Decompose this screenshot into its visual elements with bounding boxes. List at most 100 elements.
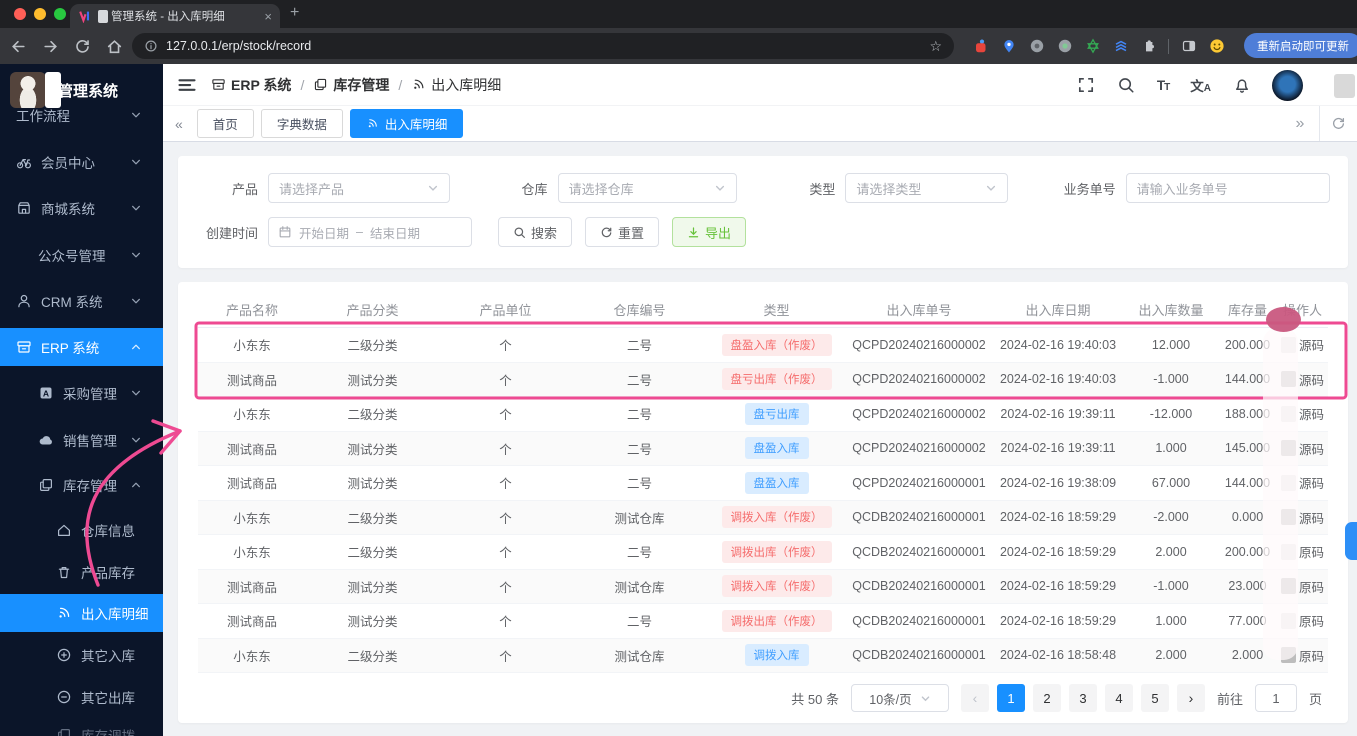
cell-order-no: QCDB20240216000001 — [852, 613, 986, 628]
page-number-5[interactable]: 5 — [1140, 684, 1169, 712]
table-row[interactable]: 小东东 二级分类 个 测试仓库 调拨入库（作废） QCDB20240216000001 20… — [198, 500, 1328, 535]
emoji-profile-icon[interactable] — [1208, 38, 1225, 55]
sidebar-item-stock-transfer[interactable]: 库存调拨 — [0, 716, 163, 736]
browser-tab[interactable]: 管理系统 - 出入库明细 × — [70, 4, 280, 28]
extension-icon[interactable] — [1112, 38, 1129, 55]
table-row[interactable]: 测试商品 测试分类 个 二号 调拨出库（作废） QCDB20240216000001 202… — [198, 604, 1328, 639]
table-row[interactable]: 小东东 二级分类 个 二号 调拨出库（作废） QCDB20240216000001 2024… — [198, 535, 1328, 570]
new-tab-button[interactable]: + — [290, 4, 299, 22]
scroll-tabs-left-icon[interactable]: « — [175, 116, 183, 132]
page-number-3[interactable]: 3 — [1068, 684, 1097, 712]
goto-page-input[interactable] — [1254, 684, 1297, 712]
search-icon[interactable] — [1117, 76, 1136, 95]
sidebar-item-sales[interactable]: 销售管理 — [0, 421, 163, 459]
warehouse-select[interactable]: 请选择仓库 — [557, 173, 738, 203]
extension-icon[interactable] — [1056, 38, 1073, 55]
extension-icon[interactable] — [1028, 38, 1045, 55]
forward-icon[interactable] — [36, 32, 64, 60]
bookmark-star-icon[interactable]: ☆ — [929, 38, 942, 55]
sidebar-item-crm-system[interactable]: CRM 系统 — [0, 282, 163, 320]
sidebar-item-product-stock[interactable]: 产品库存 — [0, 553, 163, 591]
prev-page-button[interactable]: ‹ — [960, 684, 989, 712]
window-minimize-button[interactable] — [34, 8, 46, 20]
page-tab-stock-record[interactable]: 出入库明细 — [349, 109, 464, 138]
cell-date: 2024-02-16 19:39:11 — [1000, 406, 1116, 421]
product-select[interactable]: 请选择产品 — [268, 173, 450, 203]
cell-type: 盘亏出库 — [707, 402, 846, 425]
table-row[interactable]: 测试商品 测试分类 个 二号 盘盈入库 QCPD20240216000002 2024-02… — [198, 431, 1328, 466]
collapse-menu-icon[interactable] — [177, 75, 197, 95]
search-icon — [513, 226, 526, 239]
order-no-filter-label: 业务单号 — [1063, 181, 1116, 197]
page-number-4[interactable]: 4 — [1104, 684, 1133, 712]
sidebar-item-warehouse-info[interactable]: 仓库信息 — [0, 511, 163, 549]
next-page-button[interactable]: › — [1176, 684, 1205, 712]
sidebar-item-label: 商城系统 — [41, 202, 95, 217]
order-no-input[interactable]: 请输入业务单号 — [1125, 173, 1331, 203]
breadcrumb-item[interactable]: ERP 系统 — [211, 75, 291, 95]
extension-icon[interactable] — [1000, 38, 1017, 55]
sidebar-item-erp-system[interactable]: ERP 系统 — [0, 328, 163, 366]
product-select-placeholder: 请选择产品 — [279, 181, 345, 197]
reset-button[interactable]: 重置 — [585, 217, 660, 247]
extensions-puzzle-icon[interactable] — [1140, 38, 1157, 55]
cell-operator: 原码 — [1277, 577, 1328, 596]
sidebar-item-other-out[interactable]: 其它出库 — [0, 678, 163, 716]
window-close-button[interactable] — [14, 8, 26, 20]
table-row[interactable]: 小东东 二级分类 个 测试仓库 调拨入库 QCDB20240216000001 2024-0… — [198, 638, 1328, 673]
home-icon[interactable] — [100, 32, 128, 60]
site-info-icon[interactable] — [144, 39, 158, 53]
page-number-1[interactable]: 1 — [996, 684, 1025, 712]
table-row[interactable]: 小东东 二级分类 个 二号 盘亏出库 QCPD20240216000002 2024-02-… — [198, 397, 1328, 432]
page-tab-dict[interactable]: 字典数据 — [260, 109, 343, 138]
table-row[interactable]: 测试商品 测试分类 个 二号 盘盈入库 QCPD20240216000001 2024-02… — [198, 466, 1328, 501]
page-content: 产品 请选择产品 仓库 请选择仓库 类型 请选择类型 业务单号 请输入业务单号 … — [163, 142, 1357, 736]
table-row[interactable]: 测试商品 测试分类 个 二号 盘亏出库（作废） QCPD20240216000002 202… — [198, 362, 1328, 397]
cell-category: 测试分类 — [347, 477, 398, 492]
language-icon[interactable]: 文A — [1190, 75, 1211, 95]
page-tab-home[interactable]: 首页 — [196, 109, 254, 138]
floating-side-button[interactable] — [1345, 522, 1357, 560]
type-select[interactable]: 请选择类型 — [845, 173, 1008, 203]
sidebar-item-workflow[interactable]: 工作流程 — [0, 96, 163, 134]
reload-icon[interactable] — [68, 32, 96, 60]
search-button[interactable]: 搜索 — [498, 217, 573, 247]
sidebar-item-mall-system[interactable]: 商城系统 — [0, 189, 163, 227]
type-badge: 盘亏出库（作废） — [721, 368, 832, 391]
page-size-select[interactable]: 10条/页 — [850, 684, 949, 712]
font-size-icon[interactable]: TT — [1157, 78, 1170, 93]
page-tab-label: 出入库明细 — [384, 118, 448, 132]
breadcrumb-item[interactable]: 出入库明细 — [411, 75, 501, 95]
table-row[interactable]: 小东东 二级分类 个 二号 盘盈入库（作废） QCPD20240216000002 2024… — [198, 328, 1328, 363]
cell-qty: 12.000 — [1151, 337, 1191, 352]
table-row[interactable]: 测试商品 测试分类 个 测试仓库 调拨入库（作废） QCDB20240216000001 2… — [198, 569, 1328, 604]
sidebar-item-member-center[interactable]: 会员中心 — [0, 143, 163, 181]
date-range-picker[interactable]: 开始日期 – 结束日期 — [268, 217, 472, 247]
user-avatar[interactable] — [1272, 69, 1303, 101]
notification-bell-icon[interactable] — [1232, 76, 1251, 95]
browser-update-button[interactable]: 重新启动即可更新 — [1244, 33, 1357, 58]
sidebar-item-official-account[interactable]: 公众号管理 — [0, 236, 163, 274]
sidebar-item-inventory[interactable]: 库存管理 — [0, 466, 163, 504]
scroll-tabs-right-icon[interactable]: » — [1281, 106, 1319, 141]
cell-category: 测试分类 — [347, 580, 398, 595]
sidebar-item-other-in[interactable]: 其它入库 — [0, 636, 163, 674]
extension-icon[interactable] — [1084, 38, 1101, 55]
page-number-2[interactable]: 2 — [1032, 684, 1061, 712]
breadcrumb-item[interactable]: 库存管理 — [313, 75, 389, 95]
cell-date: 2024-02-16 18:59:29 — [999, 613, 1117, 628]
bike-icon — [16, 154, 32, 170]
page-size-value: 10条/页 — [869, 692, 912, 707]
export-button[interactable]: 导出 — [672, 217, 747, 247]
window-zoom-button[interactable] — [54, 8, 66, 20]
back-icon[interactable] — [4, 32, 32, 60]
sidebar-item-stock-record[interactable]: 出入库明细 — [0, 594, 163, 632]
url-bar[interactable]: 127.0.0.1/erp/stock/record ☆ — [132, 33, 954, 59]
extension-icon[interactable] — [972, 38, 989, 55]
fullscreen-icon[interactable] — [1077, 76, 1096, 95]
split-view-icon[interactable] — [1180, 38, 1197, 55]
order-no-input-placeholder: 请输入业务单号 — [1136, 181, 1228, 197]
sidebar-item-purchase[interactable]: A 采购管理 — [0, 374, 163, 412]
refresh-tab-icon[interactable] — [1319, 106, 1357, 141]
tab-close-icon[interactable]: × — [264, 9, 272, 24]
